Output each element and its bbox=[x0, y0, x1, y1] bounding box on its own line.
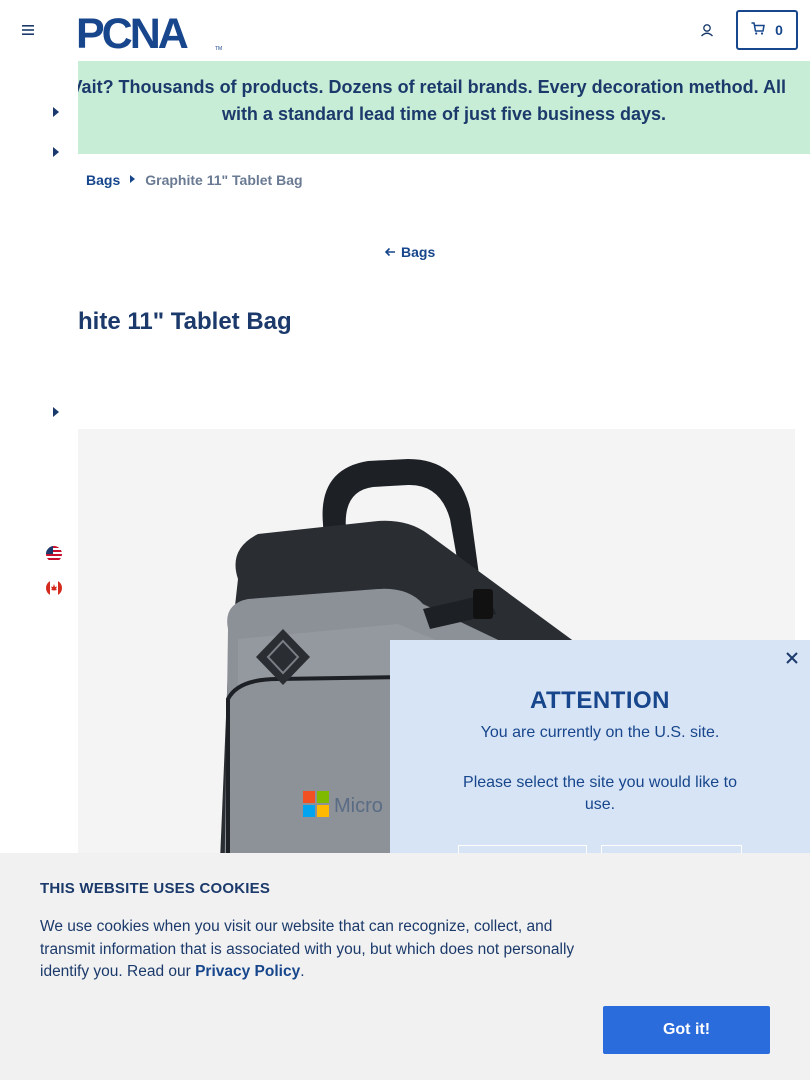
site-header: PCNA TM 0 bbox=[0, 0, 810, 61]
cart-count: 0 bbox=[775, 22, 783, 38]
rail-expand-arrow-icon[interactable] bbox=[51, 146, 61, 158]
arrow-left-icon bbox=[384, 244, 396, 260]
logo-text: PCNA bbox=[76, 10, 188, 52]
canada-flag-icon[interactable] bbox=[46, 580, 62, 596]
cookie-body: We use cookies when you visit our websit… bbox=[40, 916, 610, 984]
attention-message: You are currently on the U.S. site. bbox=[480, 724, 720, 741]
product-title: Graphite 11" Tablet Bag bbox=[78, 308, 292, 335]
promo-banner-line-1: Vait? Thousands of products. Dozens of r… bbox=[78, 77, 786, 97]
product-logo-text: Micro bbox=[334, 795, 383, 817]
site-selector-modal: ATTENTION You are currently on the U.S. … bbox=[390, 640, 810, 885]
back-to-bags-link[interactable]: Bags bbox=[384, 244, 435, 260]
cart-icon bbox=[751, 22, 765, 38]
attention-heading: ATTENTION bbox=[529, 687, 671, 714]
attention-prompt: Please select the site you would like to… bbox=[463, 774, 737, 813]
cookie-body-period: . bbox=[300, 963, 305, 980]
logo-trademark: TM bbox=[215, 46, 222, 52]
promo-banner-line-2: with a standard lead time of just five b… bbox=[221, 104, 667, 124]
rail-expand-arrow-icon[interactable] bbox=[51, 106, 61, 118]
account-icon[interactable] bbox=[697, 20, 717, 40]
product-title-container: Graphite 11" Tablet Bag bbox=[78, 308, 678, 348]
cookie-heading: THIS WEBSITE USES COOKIES bbox=[40, 880, 271, 897]
breadcrumb-current: Graphite 11" Tablet Bag bbox=[145, 172, 303, 188]
cookie-body-text: We use cookies when you visit our websit… bbox=[40, 918, 575, 980]
cart-button[interactable]: 0 bbox=[736, 10, 798, 50]
hamburger-menu-icon[interactable] bbox=[18, 20, 38, 40]
breadcrumb-separator-icon bbox=[130, 175, 136, 185]
breadcrumb: Bags Graphite 11" Tablet Bag bbox=[86, 172, 303, 188]
got-it-button[interactable]: Got it! bbox=[603, 1006, 770, 1054]
privacy-policy-link[interactable]: Privacy Policy bbox=[195, 963, 300, 980]
pcna-logo[interactable]: PCNA TM bbox=[76, 10, 226, 58]
rail-expand-arrow-icon[interactable] bbox=[51, 406, 61, 418]
us-flag-icon[interactable] bbox=[46, 546, 62, 562]
breadcrumb-link-bags[interactable]: Bags bbox=[86, 172, 120, 188]
cookie-banner: THIS WEBSITE USES COOKIES We use cookies… bbox=[0, 853, 810, 1080]
back-link-label: Bags bbox=[401, 244, 436, 260]
promo-banner: Vait? Thousands of products. Dozens of r… bbox=[78, 61, 810, 154]
close-icon[interactable] bbox=[784, 648, 800, 668]
page: PCNA TM 0 Vait? Thousands of products. D… bbox=[0, 0, 810, 1080]
